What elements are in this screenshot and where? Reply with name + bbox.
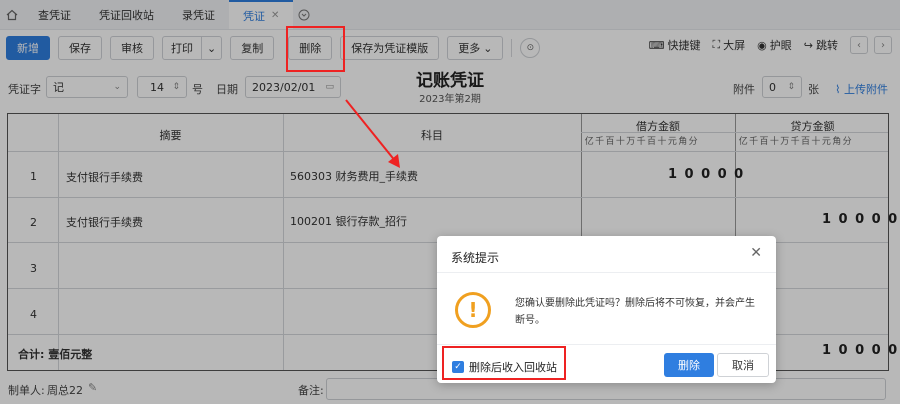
dialog-title: 系统提示: [451, 251, 500, 265]
pointer-arrow: [345, 99, 400, 168]
cancel-button[interactable]: 取消: [717, 353, 769, 377]
confirm-delete-button[interactable]: 删除: [664, 353, 714, 377]
close-icon[interactable]: ✕: [750, 245, 762, 261]
dialog-message: 您确认要删除此凭证吗？删除后将不可恢复，并会产生断号。: [515, 298, 755, 326]
checkbox-highlight-box: [442, 346, 566, 380]
divider: [437, 344, 776, 345]
delete-highlight-box: [286, 26, 345, 72]
warning-icon: !: [455, 292, 491, 328]
divider: [437, 272, 776, 273]
